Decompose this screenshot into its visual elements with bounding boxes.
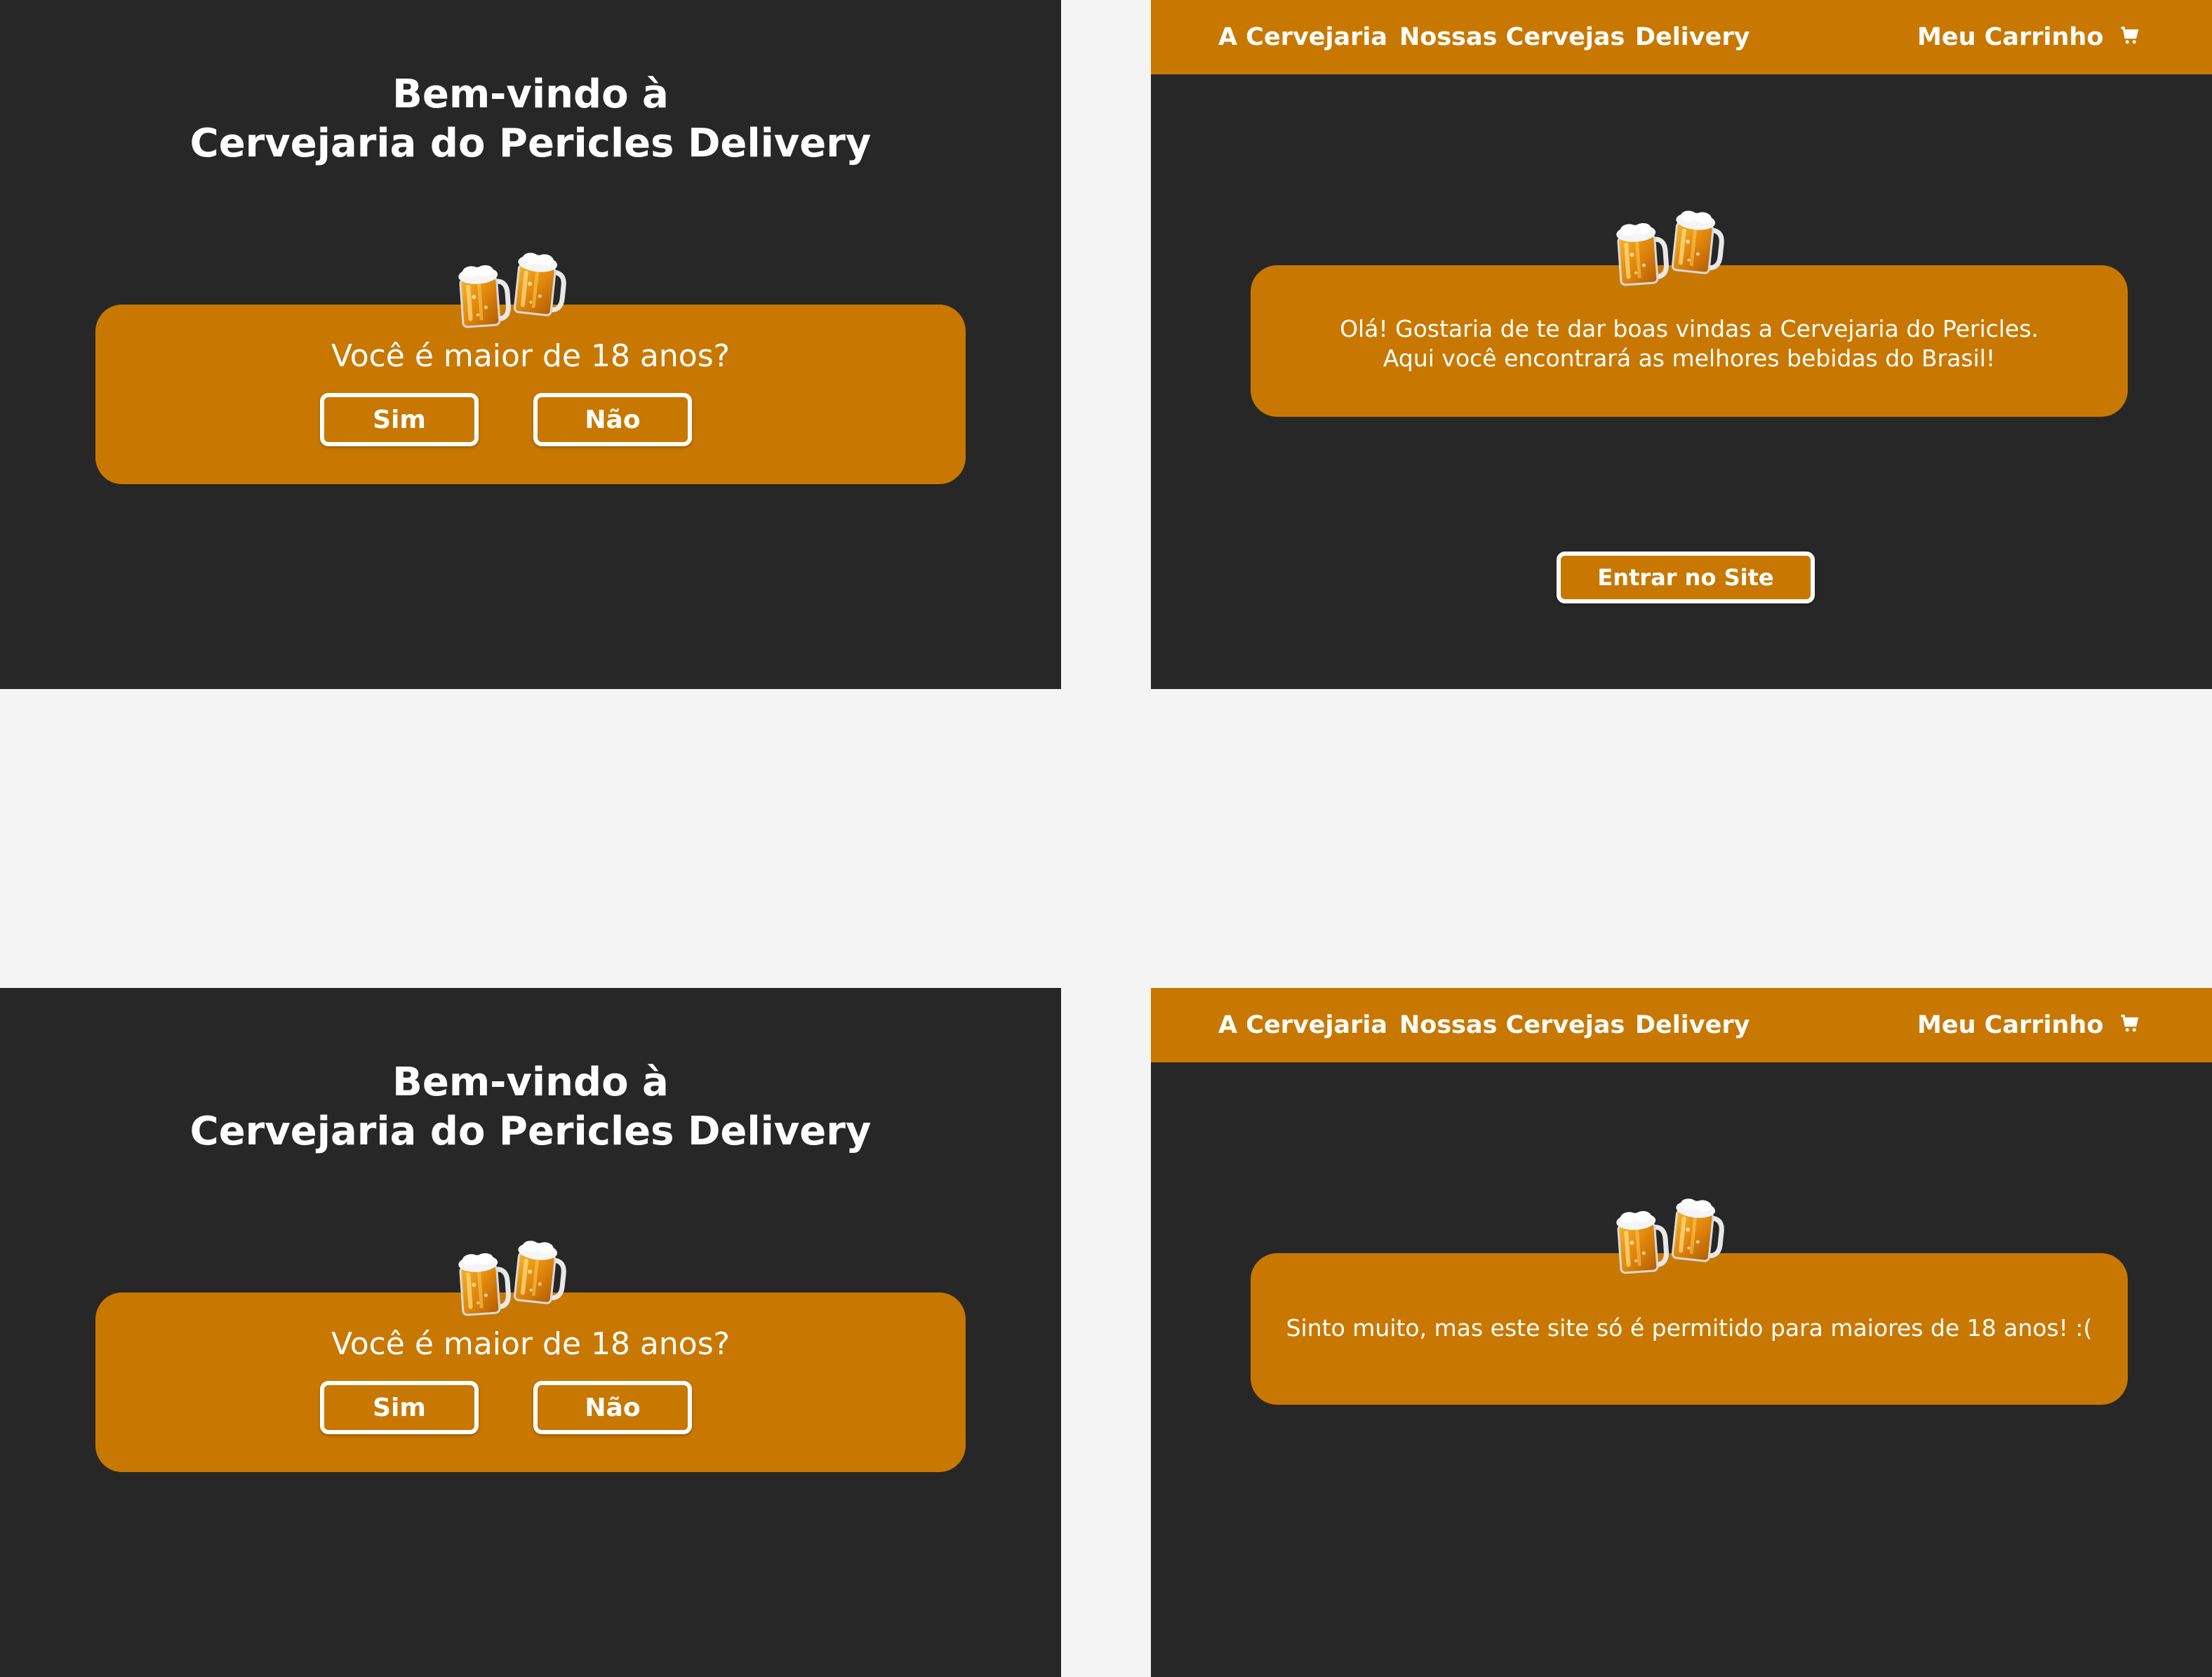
beer-mugs-icon — [458, 1238, 578, 1321]
shopping-cart-icon — [2121, 27, 2138, 44]
nav-nossas-cervejas[interactable]: Nossas Cervejas — [1399, 988, 1625, 1062]
nav-cart[interactable]: Meu Carrinho — [1917, 988, 2140, 1062]
nav-a-cervejaria[interactable]: A Cervejaria — [1218, 0, 1387, 74]
welcome-title: Bem-vindo à Cervejaria do Pericles Deliv… — [0, 1058, 1061, 1156]
welcome-line2: Aqui você encontrará as melhores bebidas… — [1382, 345, 1996, 372]
no-button[interactable]: Não — [533, 393, 692, 446]
beer-mugs-icon — [1615, 208, 1736, 290]
age-question: Você é maior de 18 anos? — [331, 1326, 730, 1362]
beer-mugs-icon — [1615, 1196, 1736, 1278]
enter-site-button[interactable]: Entrar no Site — [1557, 552, 1815, 603]
welcome-title-line1: Bem-vindo à — [392, 1060, 669, 1105]
nav-delivery[interactable]: Delivery — [1635, 0, 1750, 74]
welcome-title-line1: Bem-vindo à — [392, 72, 669, 117]
welcome-message: Olá! Gostaria de te dar boas vindas a Ce… — [1251, 314, 2128, 373]
age-question: Você é maior de 18 anos? — [331, 338, 730, 374]
nav-delivery[interactable]: Delivery — [1635, 988, 1750, 1062]
yes-button[interactable]: Sim — [320, 393, 479, 446]
welcome-title: Bem-vindo à Cervejaria do Pericles Deliv… — [0, 70, 1061, 168]
no-button[interactable]: Não — [533, 1381, 692, 1434]
welcome-screen: A Cervejaria Nossas Cervejas Delivery Me… — [1151, 0, 2212, 689]
nav-cart[interactable]: Meu Carrinho — [1917, 0, 2140, 74]
navbar: A Cervejaria Nossas Cervejas Delivery Me… — [1151, 988, 2212, 1062]
yes-button[interactable]: Sim — [320, 1381, 479, 1434]
age-gate-screen: Bem-vindo à Cervejaria do Pericles Deliv… — [0, 988, 1061, 1677]
navbar: A Cervejaria Nossas Cervejas Delivery Me… — [1151, 0, 2212, 74]
nav-nossas-cervejas[interactable]: Nossas Cervejas — [1399, 0, 1625, 74]
nav-a-cervejaria[interactable]: A Cervejaria — [1218, 988, 1387, 1062]
nav-cart-label: Meu Carrinho — [1917, 23, 2104, 51]
nav-cart-label: Meu Carrinho — [1917, 1011, 2104, 1039]
welcome-line1: Olá! Gostaria de te dar boas vindas a Ce… — [1340, 315, 2039, 342]
welcome-title-line2: Cervejaria do Pericles Delivery — [189, 121, 872, 166]
welcome-title-line2: Cervejaria do Pericles Delivery — [189, 1109, 872, 1154]
age-gate-screen: Bem-vindo à Cervejaria do Pericles Deliv… — [0, 0, 1061, 689]
beer-mugs-icon — [458, 250, 578, 333]
shopping-cart-icon — [2121, 1015, 2138, 1032]
denied-message: Sinto muito, mas este site só é permitid… — [1286, 1314, 2093, 1342]
denied-screen: A Cervejaria Nossas Cervejas Delivery Me… — [1151, 988, 2212, 1677]
